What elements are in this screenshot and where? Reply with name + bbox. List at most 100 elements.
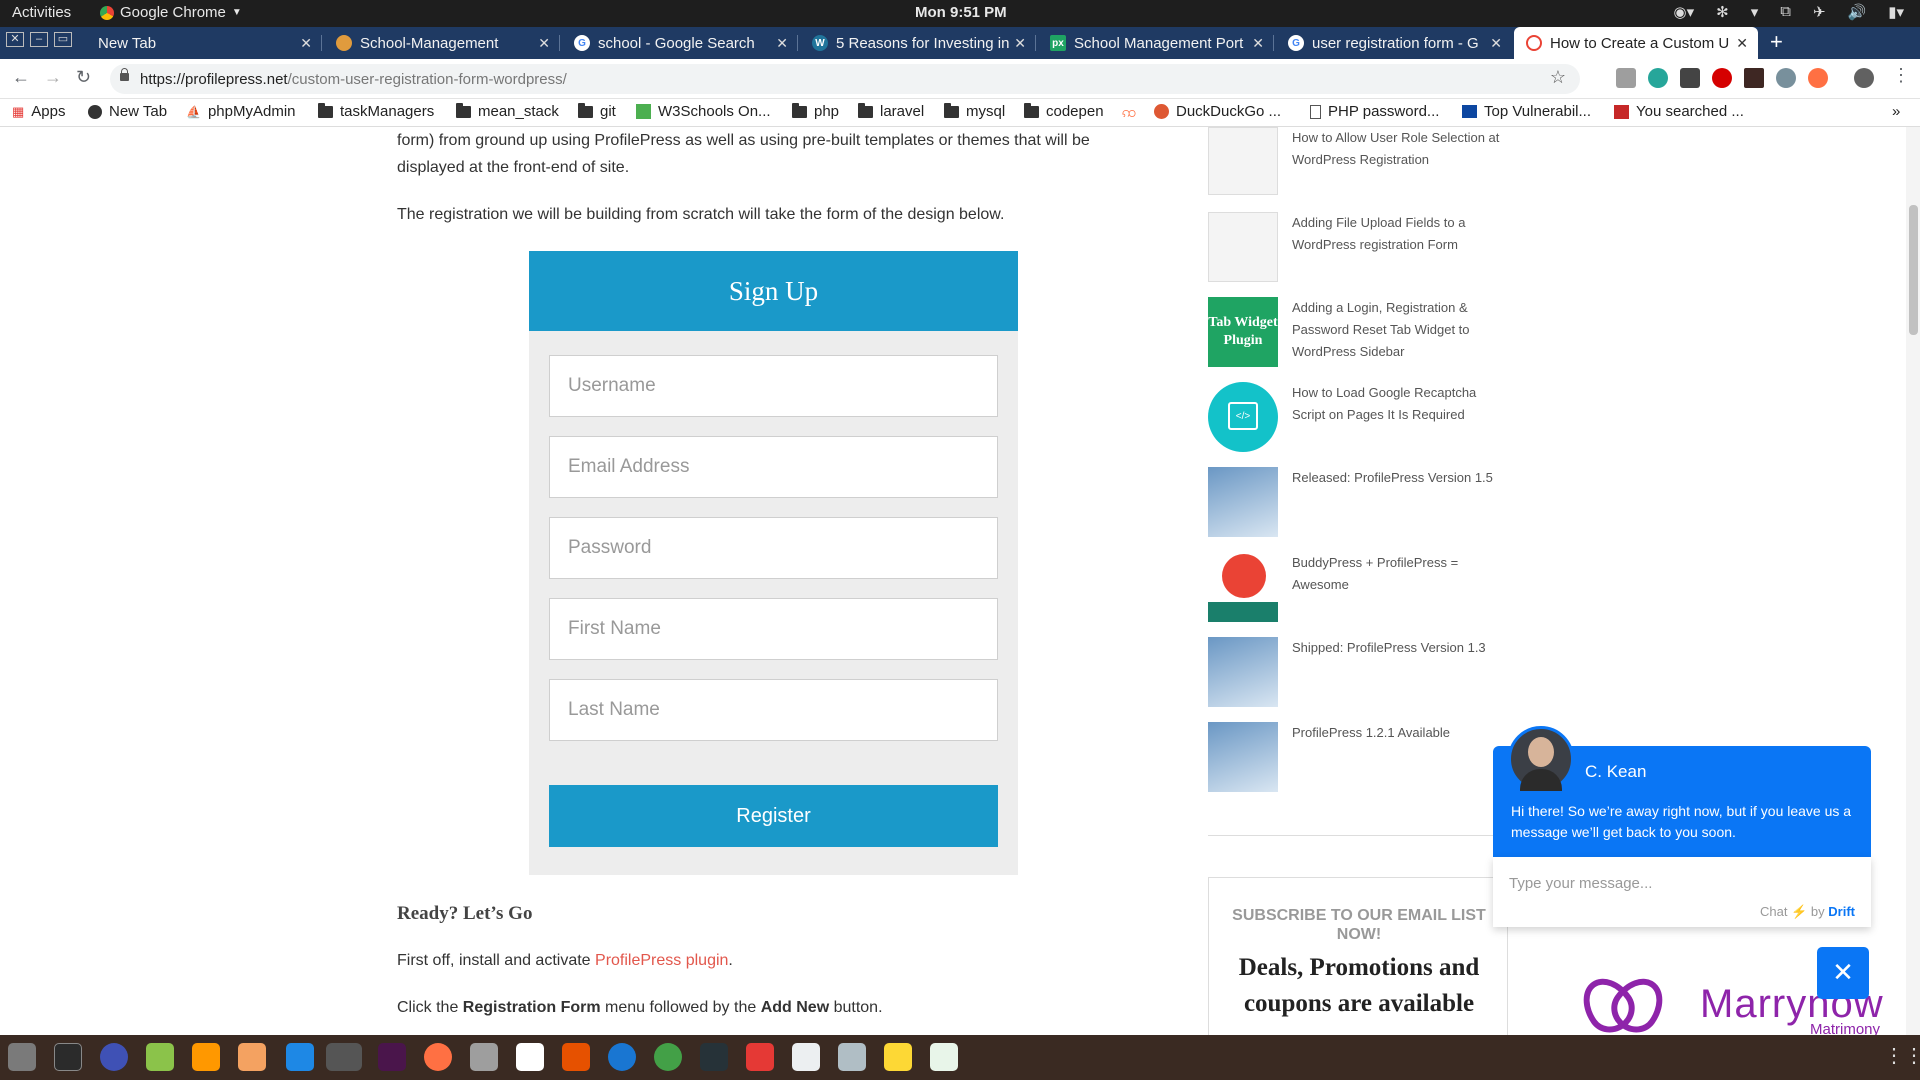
bookmark-codepen[interactable]: codepen (1024, 102, 1104, 120)
tab-close-icon[interactable]: ✕ (300, 35, 312, 52)
activities-button[interactable]: Activities (12, 4, 71, 21)
email-field[interactable]: Email Address (549, 436, 998, 498)
show-apps-grid-icon[interactable]: ⋮⋮ (1884, 1043, 1920, 1071)
system-tray[interactable]: ◉▾ ✻ ▾ ⧉ ✈ 🔊 ▮▾ (1673, 3, 1904, 21)
eclipse-icon[interactable] (100, 1043, 128, 1071)
window-maximize-icon[interactable]: ▭ (54, 32, 72, 47)
spreadsheet-icon[interactable] (930, 1043, 958, 1071)
tab-user-registration-search[interactable]: G user registration form - G ✕ (1276, 27, 1512, 59)
bookmark-laravel[interactable]: laravel (858, 102, 924, 120)
network-icon[interactable]: ⧉ (1780, 3, 1791, 21)
window-minimize-icon[interactable]: – (30, 32, 48, 47)
post-thumbnail[interactable] (1208, 127, 1278, 195)
related-post-link[interactable]: Adding File Upload Fields to a WordPress… (1292, 212, 1512, 256)
teamviewer-icon[interactable] (608, 1043, 636, 1071)
tab-school-management[interactable]: School-Management ✕ (324, 27, 560, 59)
chat-input[interactable]: Type your message... (1509, 875, 1652, 892)
last-name-field[interactable]: Last Name (549, 679, 998, 741)
chat-app-icon[interactable] (654, 1043, 682, 1071)
tab-active-profilepress[interactable]: How to Create a Custom U ✕ (1514, 27, 1758, 59)
app-menu[interactable]: Google Chrome ▼ (100, 4, 242, 21)
related-post-link[interactable]: Shipped: ProfilePress Version 1.3 (1292, 637, 1512, 659)
post-thumbnail[interactable] (1208, 722, 1278, 792)
bookmarks-overflow-icon[interactable]: » (1892, 103, 1900, 120)
reload-icon[interactable]: ↻ (76, 67, 91, 88)
m-extension-icon[interactable] (1648, 68, 1668, 88)
bookmark-star-icon[interactable]: ☆ (1550, 67, 1566, 88)
vscode-icon[interactable] (286, 1043, 314, 1071)
terminal-icon[interactable] (54, 1043, 82, 1071)
related-post-link[interactable]: Released: ProfilePress Version 1.5 (1292, 467, 1512, 489)
tab-close-icon[interactable]: ✕ (1736, 35, 1748, 52)
bookmark-taskmanagers[interactable]: taskManagers (318, 102, 434, 120)
slack-icon[interactable] (378, 1043, 406, 1071)
fire-extension-icon[interactable] (1808, 68, 1828, 88)
bookmark-swirl[interactable]: ꩡ (1122, 103, 1137, 125)
register-button[interactable]: Register (549, 785, 998, 847)
username-field[interactable]: Username (549, 355, 998, 417)
tab-close-icon[interactable]: ✕ (1252, 35, 1264, 52)
text-editor-icon[interactable] (516, 1043, 544, 1071)
volume-icon[interactable]: 🔊 (1848, 3, 1867, 21)
sublime-icon[interactable] (192, 1043, 220, 1071)
post-thumbnail[interactable] (1208, 467, 1278, 537)
chrome-taskbar-icon[interactable] (326, 1043, 362, 1071)
blender-icon[interactable] (238, 1043, 266, 1071)
slack-tray-icon[interactable]: ✻ (1716, 3, 1729, 21)
bookmark-apps[interactable]: ▦ Apps (12, 103, 66, 120)
airplane-icon[interactable]: ✈ (1813, 3, 1826, 21)
adblock-icon[interactable] (1712, 68, 1732, 88)
document-viewer-icon[interactable] (792, 1043, 820, 1071)
bookmark-php-password[interactable]: PHP password... (1310, 103, 1439, 120)
firefox-icon[interactable] (424, 1043, 452, 1071)
code-window-icon[interactable]: </> (1208, 382, 1278, 452)
first-name-field[interactable]: First Name (549, 598, 998, 660)
tab-school-portal[interactable]: px School Management Port ✕ (1038, 27, 1274, 59)
chat-close-icon[interactable]: ✕ (1817, 947, 1869, 999)
bookmark-w3schools[interactable]: W3Schools On... (636, 103, 771, 120)
tab-close-icon[interactable]: ✕ (538, 35, 550, 52)
image-viewer-icon[interactable] (146, 1043, 174, 1071)
tab-5-reasons[interactable]: W 5 Reasons for Investing in ✕ (800, 27, 1036, 59)
calculator-icon[interactable] (470, 1043, 498, 1071)
bookmark-git[interactable]: git (578, 102, 616, 120)
tab-close-icon[interactable]: ✕ (1014, 35, 1026, 52)
profile-avatar-icon[interactable] (1854, 68, 1874, 88)
tab-new-tab[interactable]: New Tab ✕ (86, 27, 322, 59)
related-post-link[interactable]: How to Load Google Recaptcha Script on P… (1292, 382, 1512, 426)
tab-close-icon[interactable]: ✕ (776, 35, 788, 52)
eyedropper-extension-icon[interactable] (1680, 68, 1700, 88)
bookmark-you-searched[interactable]: You searched ... (1614, 103, 1744, 120)
accessibility-icon[interactable]: ◉▾ (1673, 3, 1694, 21)
related-post-link[interactable]: How to Allow User Role Selection at Word… (1292, 127, 1512, 171)
window-close-icon[interactable]: ✕ (6, 32, 24, 47)
tab-google-search[interactable]: G school - Google Search ✕ (562, 27, 798, 59)
address-bar[interactable]: https://profilepress.net/custom-user-reg… (110, 64, 1580, 94)
files-icon[interactable] (8, 1043, 36, 1071)
virtualbox-icon[interactable] (838, 1043, 866, 1071)
clock[interactable]: Mon 9:51 PM (915, 4, 1007, 21)
battery-icon[interactable]: ▮▾ (1888, 3, 1904, 21)
bookmark-mysql[interactable]: mysql (944, 102, 1005, 120)
notes-icon[interactable] (884, 1043, 912, 1071)
drift-branding[interactable]: Chat ⚡ by Drift (1760, 904, 1855, 920)
profilepress-plugin-link[interactable]: ProfilePress plugin (595, 952, 728, 969)
password-field[interactable]: Password (549, 517, 998, 579)
post-thumbnail[interactable] (1208, 212, 1278, 282)
bookmark-phpmyadmin[interactable]: ⛵ phpMyAdmin (186, 103, 296, 120)
software-center-icon[interactable] (562, 1043, 590, 1071)
dark-extension-icon[interactable] (1744, 68, 1764, 88)
menu-kebab-icon[interactable]: ⋮ (1892, 65, 1910, 86)
forward-arrow-icon[interactable]: → (44, 67, 62, 88)
tab-close-icon[interactable]: ✕ (1490, 35, 1502, 52)
vpn-extension-icon[interactable] (1776, 68, 1796, 88)
back-arrow-icon[interactable]: ← (12, 67, 30, 88)
related-post-link[interactable]: BuddyPress + ProfilePress = Awesome (1292, 552, 1512, 596)
anydesk-icon[interactable] (746, 1043, 774, 1071)
dropdown-icon[interactable]: ▾ (1751, 3, 1759, 21)
bookmark-top-vulnerabilities[interactable]: Top Vulnerabil... (1462, 103, 1591, 120)
bookmark-duckduckgo[interactable]: DuckDuckGo ... (1154, 103, 1281, 120)
bookmark-mean-stack[interactable]: mean_stack (456, 102, 559, 120)
bookmark-new-tab[interactable]: New Tab (88, 103, 167, 120)
tab-widget-plugin-thumbnail[interactable]: Tab Widget Plugin (1208, 297, 1278, 367)
